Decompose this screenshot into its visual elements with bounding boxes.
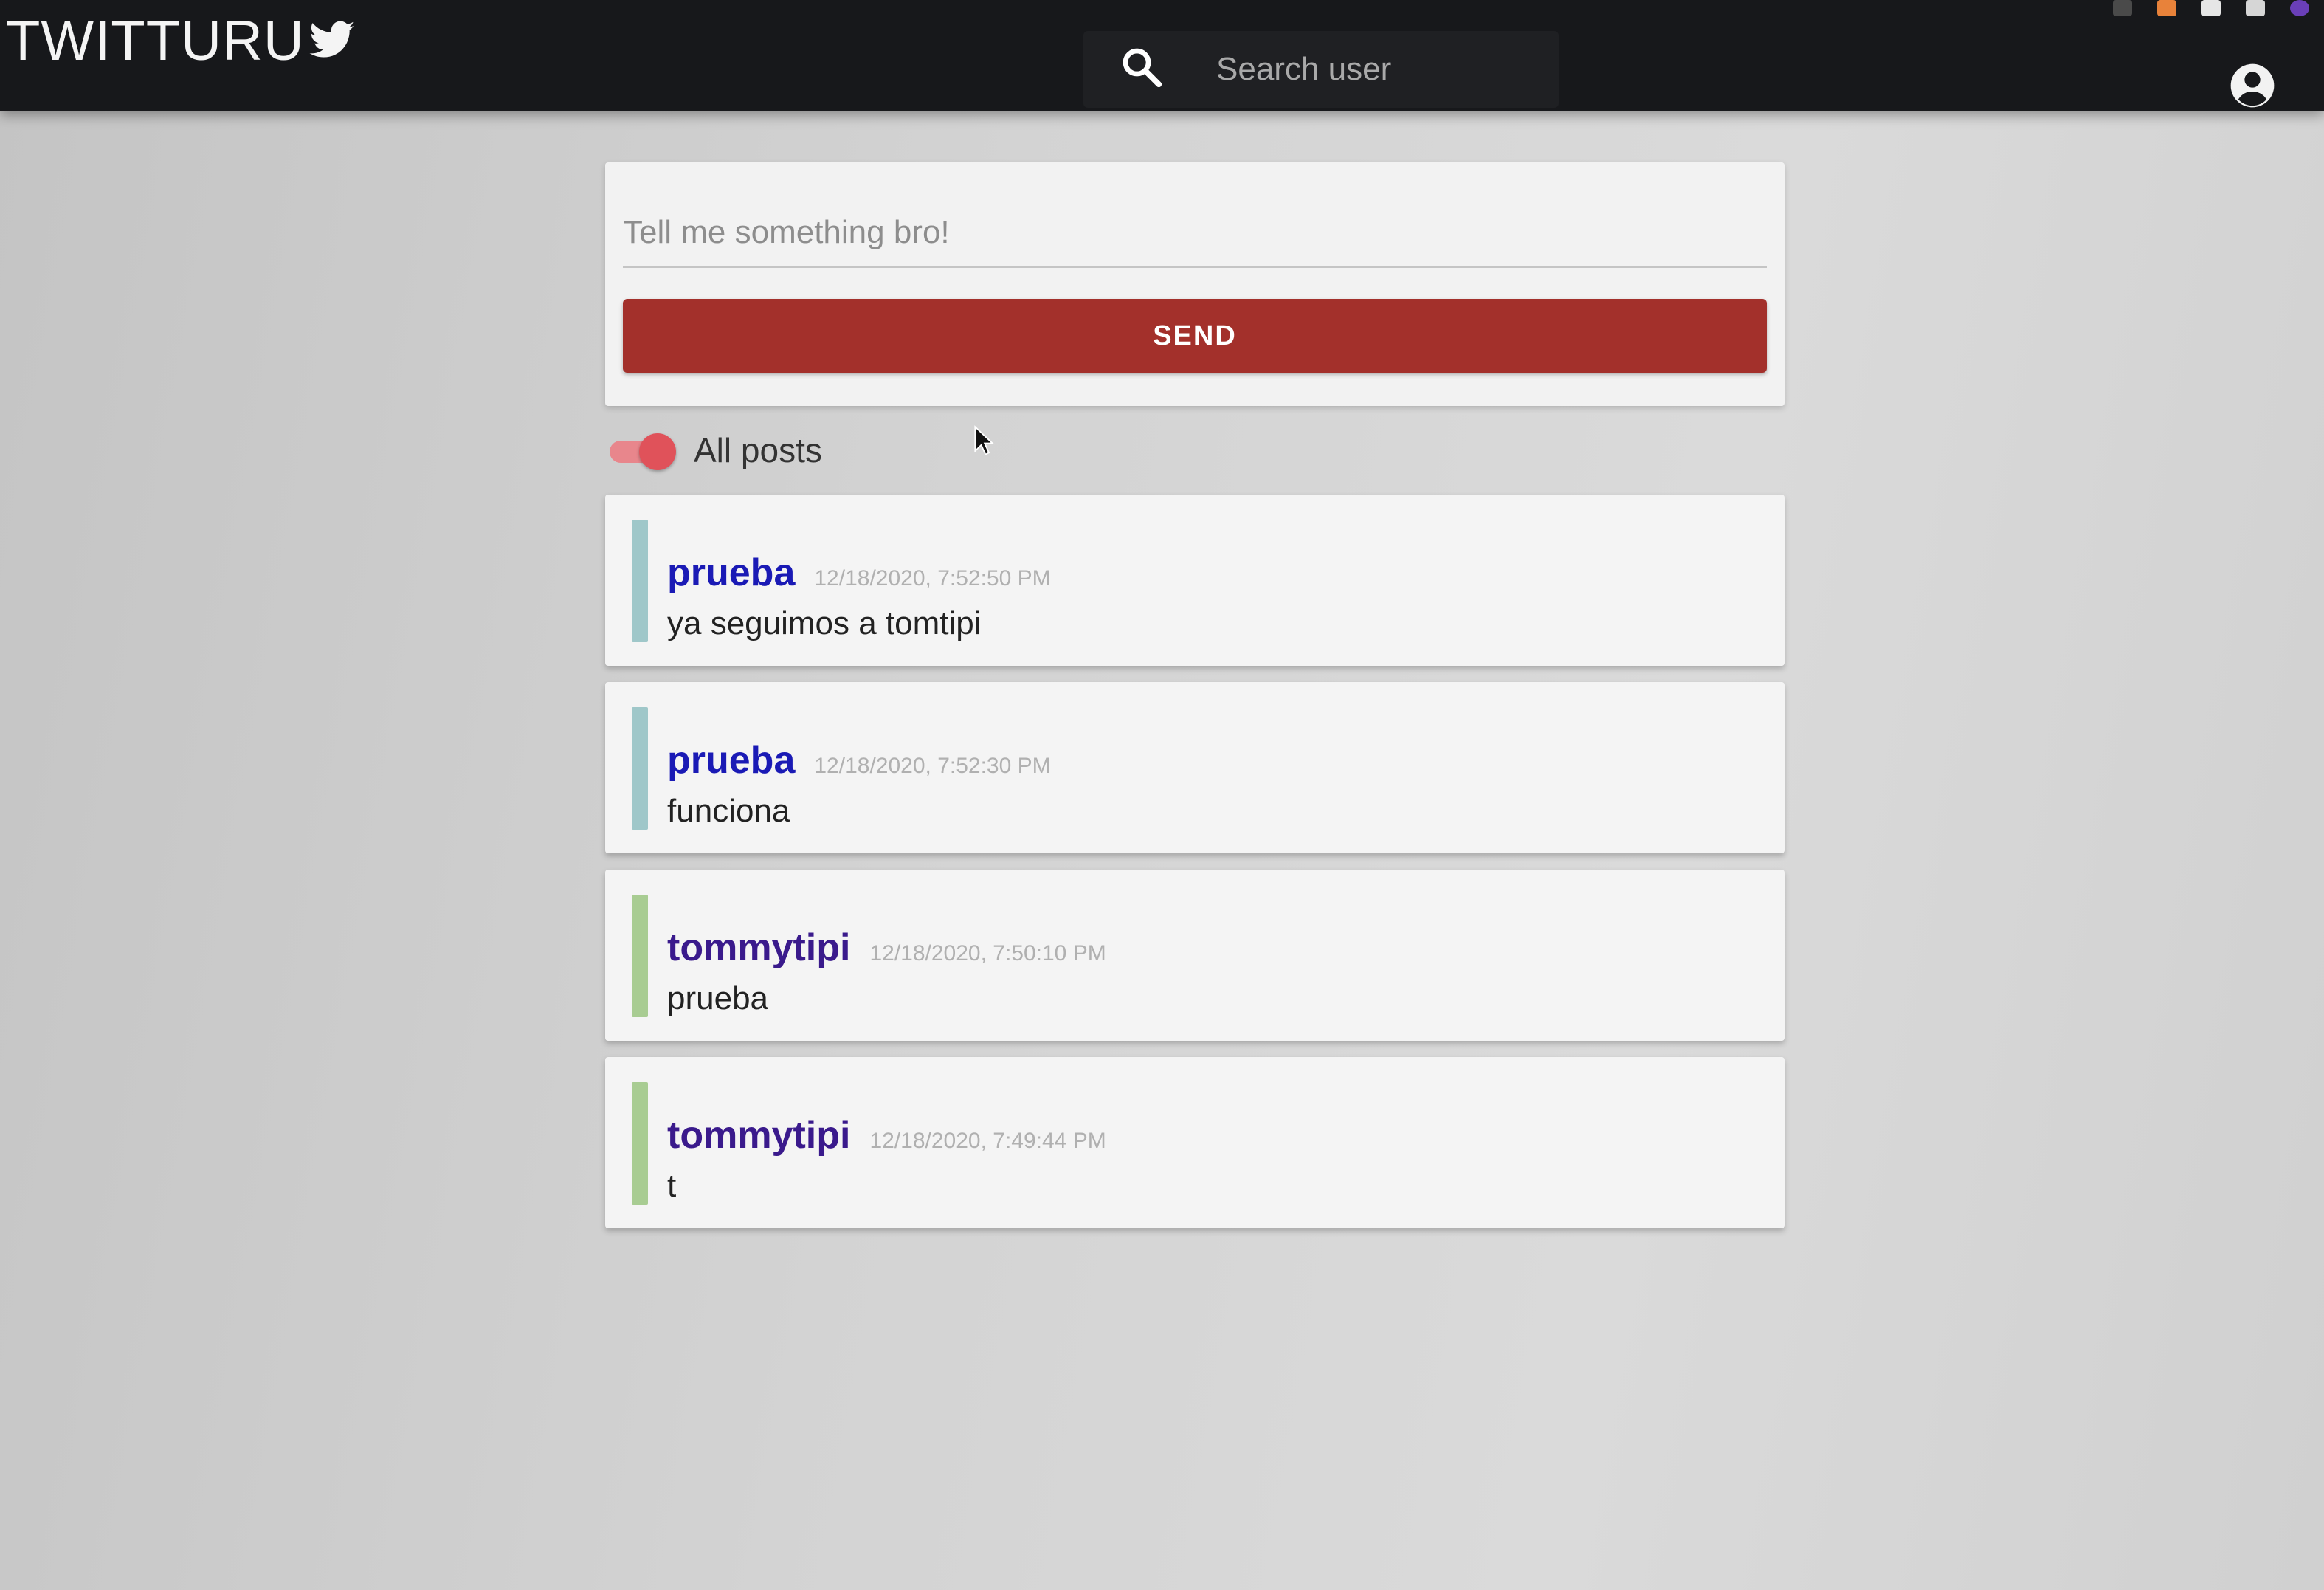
compose-card: SEND [605, 162, 1785, 406]
app-title: TWITTURU [6, 9, 305, 72]
post-accent-bar [632, 1082, 648, 1205]
post-username[interactable]: tommytipi [667, 926, 850, 970]
post-text: t [667, 1168, 677, 1204]
post-accent-bar [632, 895, 648, 1017]
browser-extension-icons [2113, 0, 2309, 22]
post-text: funciona [667, 793, 790, 829]
post-username[interactable]: prueba [667, 551, 795, 595]
post-accent-bar [632, 520, 648, 642]
search-icon[interactable] [1119, 44, 1165, 90]
post-accent-bar [632, 707, 648, 830]
post-username[interactable]: prueba [667, 738, 795, 782]
puzzle-icon[interactable] [2246, 0, 2265, 16]
post-header: tommytipi 12/18/2020, 7:49:44 PM [667, 1113, 1106, 1157]
extension-icon[interactable] [2157, 0, 2176, 16]
app-logo[interactable]: TWITTURU [6, 7, 356, 74]
post-card: prueba 12/18/2020, 7:52:50 PM ya seguimo… [605, 495, 1785, 666]
post-header: tommytipi 12/18/2020, 7:50:10 PM [667, 926, 1106, 970]
main-content: SEND All posts prueba 12/18/2020, 7:52:5… [605, 162, 1785, 1228]
all-posts-label: All posts [694, 431, 822, 469]
compose-input[interactable] [623, 199, 1767, 268]
post-card: tommytipi 12/18/2020, 7:49:44 PM t [605, 1057, 1785, 1228]
search-box [1083, 31, 1559, 108]
post-timestamp: 12/18/2020, 7:50:10 PM [869, 941, 1106, 966]
extension-icon[interactable] [2201, 0, 2221, 16]
post-timestamp: 12/18/2020, 7:49:44 PM [869, 1129, 1106, 1153]
post-list: prueba 12/18/2020, 7:52:50 PM ya seguimo… [605, 495, 1785, 1228]
filter-row: All posts [605, 406, 1785, 495]
app-bar: TWITTURU [0, 0, 2324, 111]
post-timestamp: 12/18/2020, 7:52:50 PM [814, 566, 1051, 591]
post-text: ya seguimos a tomtipi [667, 605, 982, 641]
post-card: prueba 12/18/2020, 7:52:30 PM funciona [605, 682, 1785, 853]
search-input[interactable] [1216, 49, 1526, 90]
post-header: prueba 12/18/2020, 7:52:30 PM [667, 738, 1051, 782]
mouse-cursor-icon [974, 425, 995, 455]
post-card: tommytipi 12/18/2020, 7:50:10 PM prueba [605, 870, 1785, 1041]
all-posts-toggle[interactable] [610, 432, 676, 470]
post-timestamp: 12/18/2020, 7:52:30 PM [814, 754, 1051, 778]
star-icon[interactable] [2113, 0, 2132, 16]
post-header: prueba 12/18/2020, 7:52:50 PM [667, 551, 1051, 595]
profile-icon[interactable] [2290, 0, 2309, 16]
toggle-thumb [639, 433, 676, 470]
twitter-bird-icon [309, 21, 355, 58]
post-text: prueba [667, 980, 769, 1016]
account-circle-icon[interactable] [2229, 62, 2276, 109]
send-button[interactable]: SEND [623, 299, 1767, 373]
post-username[interactable]: tommytipi [667, 1113, 850, 1157]
